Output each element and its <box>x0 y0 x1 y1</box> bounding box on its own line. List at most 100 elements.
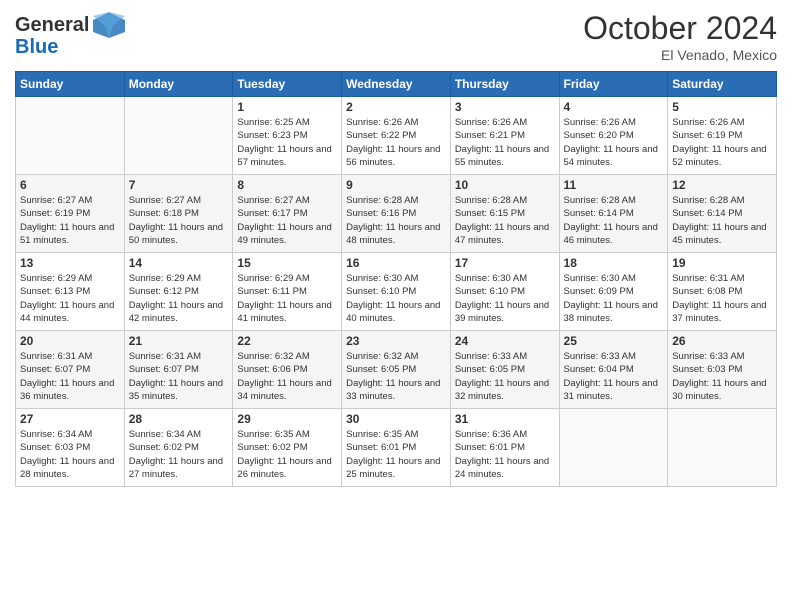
day-number: 3 <box>455 100 555 114</box>
sunset-text: Sunset: 6:16 PM <box>346 208 416 219</box>
day-info: Sunrise: 6:33 AM Sunset: 6:03 PM Dayligh… <box>672 350 772 403</box>
sunrise-text: Sunrise: 6:27 AM <box>129 195 201 206</box>
sunset-text: Sunset: 6:22 PM <box>346 130 416 141</box>
location-subtitle: El Venado, Mexico <box>583 47 777 63</box>
page-container: General Blue October 2024 El Venado, Mex… <box>0 0 792 497</box>
daylight-text: Daylight: 11 hours and 44 minutes. <box>20 300 114 324</box>
calendar-cell: 15 Sunrise: 6:29 AM Sunset: 6:11 PM Dayl… <box>233 253 342 331</box>
day-number: 19 <box>672 256 772 270</box>
day-number: 13 <box>20 256 120 270</box>
sunrise-text: Sunrise: 6:31 AM <box>672 273 744 284</box>
sunset-text: Sunset: 6:06 PM <box>237 364 307 375</box>
sunset-text: Sunset: 6:14 PM <box>564 208 634 219</box>
calendar-header-row: Sunday Monday Tuesday Wednesday Thursday… <box>16 72 777 97</box>
day-number: 22 <box>237 334 337 348</box>
day-info: Sunrise: 6:28 AM Sunset: 6:15 PM Dayligh… <box>455 194 555 247</box>
daylight-text: Daylight: 11 hours and 30 minutes. <box>672 378 766 402</box>
daylight-text: Daylight: 11 hours and 33 minutes. <box>346 378 440 402</box>
sunset-text: Sunset: 6:21 PM <box>455 130 525 141</box>
sunset-text: Sunset: 6:02 PM <box>237 442 307 453</box>
sunrise-text: Sunrise: 6:32 AM <box>346 351 418 362</box>
logo-icon <box>89 10 129 40</box>
day-info: Sunrise: 6:35 AM Sunset: 6:02 PM Dayligh… <box>237 428 337 481</box>
calendar-cell: 16 Sunrise: 6:30 AM Sunset: 6:10 PM Dayl… <box>342 253 451 331</box>
sunrise-text: Sunrise: 6:28 AM <box>564 195 636 206</box>
calendar-cell: 20 Sunrise: 6:31 AM Sunset: 6:07 PM Dayl… <box>16 331 125 409</box>
day-info: Sunrise: 6:29 AM Sunset: 6:13 PM Dayligh… <box>20 272 120 325</box>
sunset-text: Sunset: 6:09 PM <box>564 286 634 297</box>
day-number: 9 <box>346 178 446 192</box>
day-info: Sunrise: 6:32 AM Sunset: 6:06 PM Dayligh… <box>237 350 337 403</box>
sunset-text: Sunset: 6:10 PM <box>346 286 416 297</box>
daylight-text: Daylight: 11 hours and 52 minutes. <box>672 144 766 168</box>
logo: General Blue <box>15 10 129 59</box>
day-info: Sunrise: 6:27 AM Sunset: 6:19 PM Dayligh… <box>20 194 120 247</box>
calendar-cell: 28 Sunrise: 6:34 AM Sunset: 6:02 PM Dayl… <box>124 409 233 487</box>
day-number: 4 <box>564 100 664 114</box>
day-number: 8 <box>237 178 337 192</box>
calendar-table: Sunday Monday Tuesday Wednesday Thursday… <box>15 71 777 487</box>
day-info: Sunrise: 6:26 AM Sunset: 6:21 PM Dayligh… <box>455 116 555 169</box>
day-number: 23 <box>346 334 446 348</box>
daylight-text: Daylight: 11 hours and 42 minutes. <box>129 300 223 324</box>
daylight-text: Daylight: 11 hours and 49 minutes. <box>237 222 331 246</box>
day-info: Sunrise: 6:34 AM Sunset: 6:03 PM Dayligh… <box>20 428 120 481</box>
sunrise-text: Sunrise: 6:30 AM <box>455 273 527 284</box>
calendar-cell <box>16 97 125 175</box>
sunset-text: Sunset: 6:10 PM <box>455 286 525 297</box>
calendar-cell: 26 Sunrise: 6:33 AM Sunset: 6:03 PM Dayl… <box>668 331 777 409</box>
daylight-text: Daylight: 11 hours and 26 minutes. <box>237 456 331 480</box>
col-sunday: Sunday <box>16 72 125 97</box>
calendar-cell: 17 Sunrise: 6:30 AM Sunset: 6:10 PM Dayl… <box>450 253 559 331</box>
calendar-cell: 13 Sunrise: 6:29 AM Sunset: 6:13 PM Dayl… <box>16 253 125 331</box>
day-info: Sunrise: 6:29 AM Sunset: 6:12 PM Dayligh… <box>129 272 229 325</box>
sunrise-text: Sunrise: 6:35 AM <box>237 429 309 440</box>
day-info: Sunrise: 6:28 AM Sunset: 6:14 PM Dayligh… <box>672 194 772 247</box>
col-monday: Monday <box>124 72 233 97</box>
daylight-text: Daylight: 11 hours and 35 minutes. <box>129 378 223 402</box>
day-info: Sunrise: 6:25 AM Sunset: 6:23 PM Dayligh… <box>237 116 337 169</box>
sunset-text: Sunset: 6:08 PM <box>672 286 742 297</box>
calendar-week-row: 6 Sunrise: 6:27 AM Sunset: 6:19 PM Dayli… <box>16 175 777 253</box>
sunrise-text: Sunrise: 6:30 AM <box>564 273 636 284</box>
sunset-text: Sunset: 6:14 PM <box>672 208 742 219</box>
sunset-text: Sunset: 6:07 PM <box>20 364 90 375</box>
calendar-cell: 25 Sunrise: 6:33 AM Sunset: 6:04 PM Dayl… <box>559 331 668 409</box>
calendar-cell: 4 Sunrise: 6:26 AM Sunset: 6:20 PM Dayli… <box>559 97 668 175</box>
sunrise-text: Sunrise: 6:34 AM <box>129 429 201 440</box>
sunset-text: Sunset: 6:20 PM <box>564 130 634 141</box>
calendar-cell: 21 Sunrise: 6:31 AM Sunset: 6:07 PM Dayl… <box>124 331 233 409</box>
day-number: 14 <box>129 256 229 270</box>
calendar-cell: 1 Sunrise: 6:25 AM Sunset: 6:23 PM Dayli… <box>233 97 342 175</box>
calendar-cell <box>124 97 233 175</box>
calendar-cell: 23 Sunrise: 6:32 AM Sunset: 6:05 PM Dayl… <box>342 331 451 409</box>
day-number: 25 <box>564 334 664 348</box>
logo-blue-text: Blue <box>15 36 58 59</box>
day-number: 16 <box>346 256 446 270</box>
daylight-text: Daylight: 11 hours and 34 minutes. <box>237 378 331 402</box>
sunrise-text: Sunrise: 6:28 AM <box>346 195 418 206</box>
sunset-text: Sunset: 6:11 PM <box>237 286 307 297</box>
daylight-text: Daylight: 11 hours and 54 minutes. <box>564 144 658 168</box>
sunset-text: Sunset: 6:19 PM <box>20 208 90 219</box>
day-info: Sunrise: 6:26 AM Sunset: 6:20 PM Dayligh… <box>564 116 664 169</box>
daylight-text: Daylight: 11 hours and 25 minutes. <box>346 456 440 480</box>
calendar-cell: 2 Sunrise: 6:26 AM Sunset: 6:22 PM Dayli… <box>342 97 451 175</box>
calendar-cell: 5 Sunrise: 6:26 AM Sunset: 6:19 PM Dayli… <box>668 97 777 175</box>
calendar-cell: 3 Sunrise: 6:26 AM Sunset: 6:21 PM Dayli… <box>450 97 559 175</box>
sunrise-text: Sunrise: 6:27 AM <box>237 195 309 206</box>
calendar-cell: 12 Sunrise: 6:28 AM Sunset: 6:14 PM Dayl… <box>668 175 777 253</box>
sunrise-text: Sunrise: 6:32 AM <box>237 351 309 362</box>
day-info: Sunrise: 6:26 AM Sunset: 6:19 PM Dayligh… <box>672 116 772 169</box>
day-number: 6 <box>20 178 120 192</box>
daylight-text: Daylight: 11 hours and 50 minutes. <box>129 222 223 246</box>
sunset-text: Sunset: 6:03 PM <box>672 364 742 375</box>
sunrise-text: Sunrise: 6:35 AM <box>346 429 418 440</box>
sunset-text: Sunset: 6:03 PM <box>20 442 90 453</box>
month-year-title: October 2024 <box>583 10 777 47</box>
daylight-text: Daylight: 11 hours and 31 minutes. <box>564 378 658 402</box>
day-number: 29 <box>237 412 337 426</box>
calendar-cell: 19 Sunrise: 6:31 AM Sunset: 6:08 PM Dayl… <box>668 253 777 331</box>
sunset-text: Sunset: 6:12 PM <box>129 286 199 297</box>
calendar-cell: 9 Sunrise: 6:28 AM Sunset: 6:16 PM Dayli… <box>342 175 451 253</box>
